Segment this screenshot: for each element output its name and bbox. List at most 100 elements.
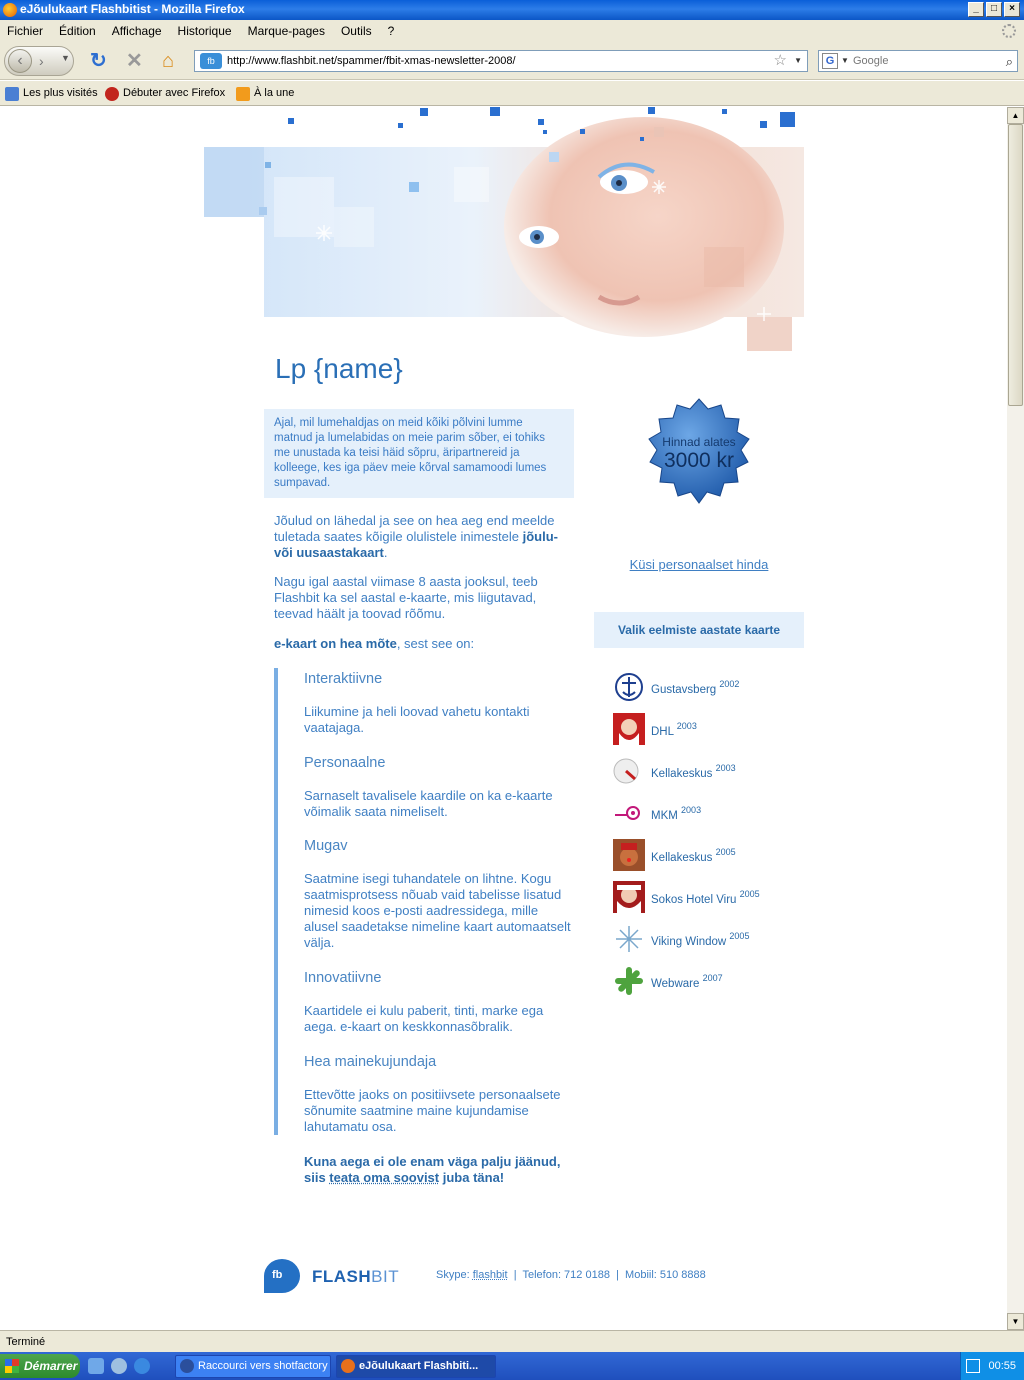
menu-outils[interactable]: Outils <box>341 20 372 42</box>
reload-icon[interactable]: ↻ <box>90 51 107 71</box>
google-engine-icon[interactable]: G <box>822 53 838 69</box>
hero-image <box>204 117 804 351</box>
engine-dropdown-icon[interactable]: ▼ <box>841 51 849 71</box>
ask-price-link[interactable]: Küsi personaalset hinda <box>594 557 804 572</box>
scroll-down-button[interactable]: ▼ <box>1007 1313 1024 1330</box>
back-button[interactable]: ‹ <box>8 49 32 73</box>
throbber-icon <box>1002 24 1016 38</box>
card-link-gustavsberg[interactable]: Gustavsberg 2002 <box>613 671 739 703</box>
card-year: 2002 <box>719 678 740 689</box>
bookmark-headlines[interactable]: À la une <box>236 81 294 106</box>
bookmark-label: Les plus visités <box>23 87 98 99</box>
card-link-kellakeskus-2005[interactable]: Kellakeskus 2005 <box>613 839 736 871</box>
card-link-kellakeskus-2003[interactable]: Kellakeskus 2003 <box>613 755 736 787</box>
card-name: Gustavsberg <box>651 683 717 696</box>
card-year: 2005 <box>739 888 760 899</box>
search-icon[interactable]: ⌕ <box>1006 52 1013 72</box>
quicklaunch-media-icon[interactable] <box>111 1358 127 1374</box>
window-title-bar: eJõulukaart Flashbitist - Mozilla Firefo… <box>0 0 1024 20</box>
menu-affichage[interactable]: Affichage <box>112 20 162 42</box>
menu-marque-pages[interactable]: Marque-pages <box>248 20 325 42</box>
snowflake-icon <box>613 923 645 955</box>
bookmark-getting-started[interactable]: Débuter avec Firefox <box>105 81 225 106</box>
card-link-mkm[interactable]: MKM 2003 <box>613 797 701 829</box>
bookmarks-toolbar: Les plus visités Débuter avec Firefox À … <box>0 81 1024 106</box>
paragraph-christmas: Jõulud on lähedal ja see on hea aeg end … <box>274 513 558 560</box>
bookmark-label: À la une <box>254 87 295 99</box>
rss-icon <box>236 86 250 101</box>
url-text: http://www.flashbit.net/spammer/fbit-xma… <box>227 55 516 67</box>
network-icon[interactable] <box>966 1359 980 1373</box>
most-visited-icon <box>5 86 19 101</box>
menu-help[interactable]: ? <box>388 20 395 42</box>
paragraph-ecard-good-idea: e-kaart on hea mõte, sest see on: <box>274 636 475 651</box>
cards-header: Valik eelmiste aastate kaarte <box>594 612 804 648</box>
url-dropdown-icon[interactable]: ▼ <box>794 51 802 71</box>
card-link-sokos-hotel-viru[interactable]: Sokos Hotel Viru 2005 <box>613 881 760 913</box>
card-year: 2003 <box>676 720 697 731</box>
task-shotfactory[interactable]: Raccourci vers shotfactory <box>175 1355 331 1378</box>
card-link-viking-window[interactable]: Viking Window 2005 <box>613 923 749 955</box>
card-link-dhl[interactable]: DHL 2003 <box>613 713 697 745</box>
card-name: MKM <box>651 809 678 822</box>
close-button[interactable]: × <box>1004 2 1020 17</box>
bookmark-most-visited[interactable]: Les plus visités <box>5 81 98 106</box>
feature-text: Liikumine ja heli loovad vahetu kontakti… <box>304 704 530 735</box>
stop-icon[interactable]: ✕ <box>126 51 143 71</box>
feature-title: Mugav <box>304 838 348 854</box>
card-year: 2003 <box>715 762 736 773</box>
reindeer-icon <box>613 839 645 871</box>
feature-title: Interaktiivne <box>304 671 383 687</box>
maximize-button[interactable]: □ <box>986 2 1002 17</box>
search-placeholder: Google <box>853 55 889 67</box>
menu-edition[interactable]: Édition <box>59 20 96 42</box>
mobile-text: Mobiil: 510 8888 <box>625 1269 706 1281</box>
menu-historique[interactable]: Historique <box>178 20 232 42</box>
windows-flag-icon <box>5 1359 19 1373</box>
back-forward-group: ‹ › ▼ <box>4 46 74 76</box>
skype-link[interactable]: flashbit <box>473 1269 508 1281</box>
windows-taskbar: Démarrer Raccourci vers shotfactory eJõu… <box>0 1352 1024 1380</box>
phone-text: Telefon: 712 0188 <box>522 1269 610 1281</box>
greeting-heading: Lp {name} <box>275 353 403 384</box>
home-icon[interactable]: ⌂ <box>162 51 174 71</box>
card-name: Kellakeskus <box>651 767 713 780</box>
minimize-button[interactable]: _ <box>968 2 984 17</box>
url-bar[interactable]: fb http://www.flashbit.net/spammer/fbit-… <box>194 50 808 72</box>
start-button[interactable]: Démarrer <box>0 1354 80 1378</box>
task-firefox[interactable]: eJõulukaart Flashbiti... <box>336 1355 496 1378</box>
scroll-up-button[interactable]: ▲ <box>1007 107 1024 124</box>
clock-character-icon <box>613 755 645 787</box>
features-accent-bar <box>274 668 278 1135</box>
feature-text: Ettevõtte jaoks on positiivsete personaa… <box>304 1087 561 1134</box>
vertical-scrollbar[interactable]: ▲ ▼ <box>1007 107 1024 1330</box>
quicklaunch-ie-icon[interactable] <box>134 1358 150 1374</box>
history-dropdown-icon[interactable]: ▼ <box>61 53 70 63</box>
feature-title: Hea mainekujundaja <box>304 1054 437 1070</box>
quicklaunch-desktop-icon[interactable] <box>88 1358 104 1374</box>
price-badge: Hinnad alates 3000 kr <box>640 397 758 515</box>
card-year: 2007 <box>702 972 723 983</box>
webware-star-icon <box>613 965 645 997</box>
card-name: Kellakeskus <box>651 851 713 864</box>
menu-fichier[interactable]: Fichier <box>7 20 43 42</box>
scroll-thumb[interactable] <box>1008 124 1023 406</box>
call-to-action: Kuna aega ei ole enam väga palju jäänud,… <box>304 1154 561 1185</box>
contact-link[interactable]: teata oma soovist <box>329 1170 439 1185</box>
feature-text: Saatmine isegi tuhandatele on lihtne. Ko… <box>304 871 571 950</box>
bookmark-label: Débuter avec Firefox <box>123 87 226 99</box>
forward-button[interactable]: › <box>39 51 44 71</box>
badge-price: 3000 kr <box>663 449 735 472</box>
card-year: 2003 <box>681 804 702 815</box>
search-input[interactable]: G ▼ Google ⌕ <box>818 50 1018 72</box>
bookmark-star-icon[interactable]: ☆ <box>774 51 787 71</box>
paragraph-flashbit: Nagu igal aastal viimase 8 aasta jooksul… <box>274 574 538 621</box>
intro-box: Ajal, mil lumehaldjas on meid kõiki põlv… <box>264 409 574 498</box>
system-tray: 00:55 <box>960 1352 1024 1380</box>
card-link-webware[interactable]: Webware 2007 <box>613 965 723 997</box>
card-name: DHL <box>651 725 674 738</box>
feature-text: Sarnaselt tavalisele kaardile on ka e-ka… <box>304 788 553 819</box>
gustavsberg-icon <box>613 671 645 703</box>
card-name: Webware <box>651 977 700 990</box>
feature-text: Kaartidele ei kulu paberit, tinti, marke… <box>304 1003 544 1034</box>
